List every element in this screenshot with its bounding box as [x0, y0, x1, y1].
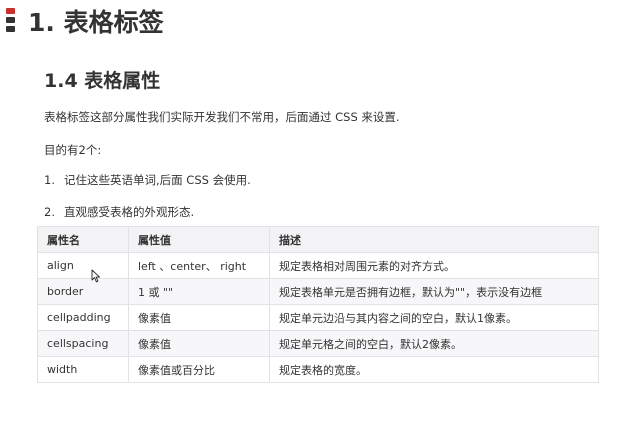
page-title: 1. 表格标签 [28, 8, 164, 37]
table-row: border 1 或 "" 规定表格单元是否拥有边框，默认为""，表示没有边框 [37, 278, 599, 305]
cell-attribute-name: border [37, 278, 129, 305]
section-header: 1. 表格标签 [0, 0, 620, 45]
purpose-paragraph: 目的有2个: [44, 143, 102, 157]
cell-attribute-value: 像素值或百分比 [128, 356, 270, 383]
cell-attribute-value: left 、center、 right [128, 252, 270, 279]
cell-attribute-name: cellpadding [37, 304, 129, 331]
list-item: 1. 记住这些英语单词,后面 CSS 会使用. [44, 172, 251, 188]
table-row: align left 、center、 right 规定表格相对周围元素的对齐方… [37, 252, 599, 279]
column-header-value: 属性值 [128, 226, 270, 253]
cell-description: 规定单元边沿与其内容之间的空白，默认1像素。 [269, 304, 599, 331]
list-item-number: 1. [44, 173, 55, 187]
section-title: 1.4 表格属性 [44, 70, 161, 92]
cell-attribute-value: 1 或 "" [128, 278, 270, 305]
cell-attribute-value: 像素值 [128, 330, 270, 357]
heading-marker-icon [6, 8, 15, 32]
list-item-text: 直观感受表格的外观形态. [64, 205, 195, 219]
table-row: cellspacing 像素值 规定单元格之间的空白，默认2像素。 [37, 330, 599, 357]
table-header-row: 属性名 属性值 描述 [37, 226, 599, 253]
attribute-table: 属性名 属性值 描述 align left 、center、 right 规定表… [37, 226, 599, 383]
cell-description: 规定单元格之间的空白，默认2像素。 [269, 330, 599, 357]
table-row: cellpadding 像素值 规定单元边沿与其内容之间的空白，默认1像素。 [37, 304, 599, 331]
cell-description: 规定表格单元是否拥有边框，默认为""，表示没有边框 [269, 278, 599, 305]
list-item: 2. 直观感受表格的外观形态. [44, 204, 194, 220]
cell-attribute-name: cellspacing [37, 330, 129, 357]
cell-attribute-value: 像素值 [128, 304, 270, 331]
list-item-number: 2. [44, 205, 55, 219]
cell-description: 规定表格相对周围元素的对齐方式。 [269, 252, 599, 279]
column-header-name: 属性名 [37, 226, 129, 253]
cell-attribute-name: align [37, 252, 129, 279]
table-row: width 像素值或百分比 规定表格的宽度。 [37, 356, 599, 383]
list-item-text: 记住这些英语单词,后面 CSS 会使用. [64, 173, 251, 187]
intro-paragraph: 表格标签这部分属性我们实际开发我们不常用，后面通过 CSS 来设置. [44, 110, 400, 124]
cell-attribute-name: width [37, 356, 129, 383]
mouse-cursor-icon [91, 269, 101, 283]
cell-description: 规定表格的宽度。 [269, 356, 599, 383]
column-header-description: 描述 [269, 226, 599, 253]
